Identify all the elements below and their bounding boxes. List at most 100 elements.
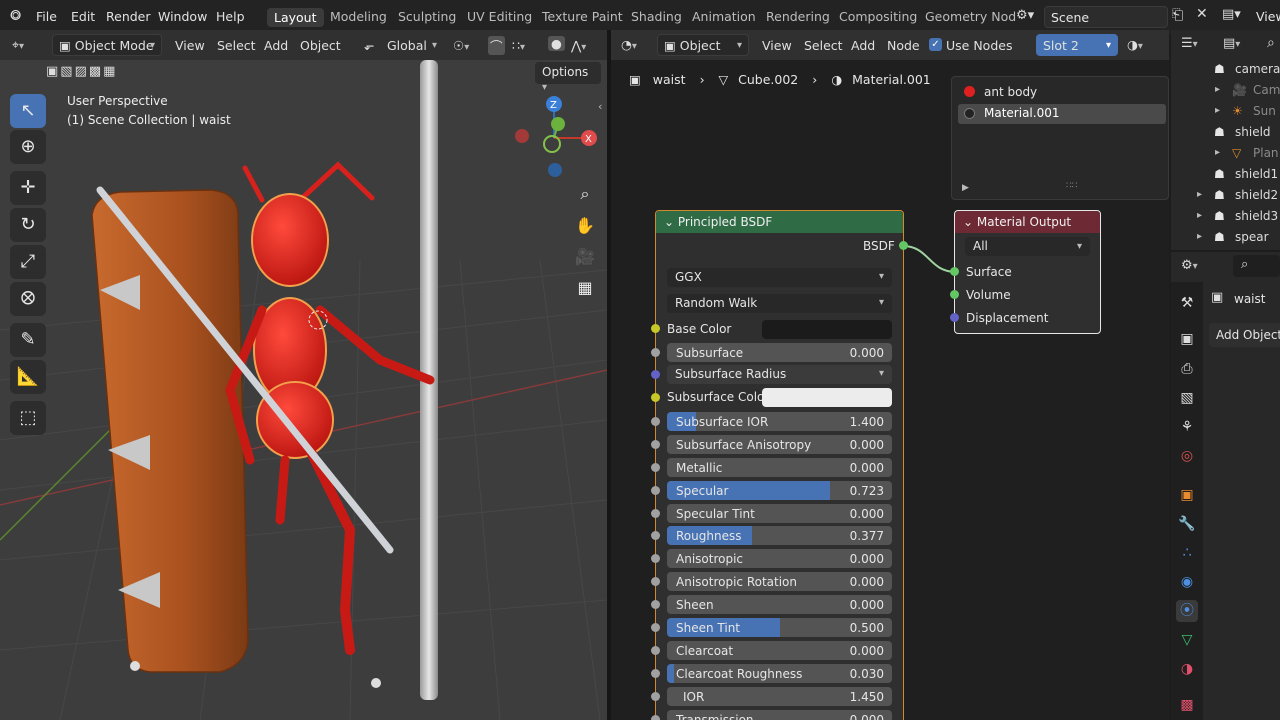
input-socket[interactable] bbox=[651, 348, 660, 357]
tab-texture-paint[interactable]: Texture Paint bbox=[542, 9, 623, 24]
material-output-header[interactable]: ⌄ Material Output bbox=[955, 211, 1100, 233]
camera-view-icon[interactable]: 🎥 bbox=[571, 243, 599, 271]
scene-icon[interactable]: ⚙▾ bbox=[1016, 8, 1034, 23]
input-socket[interactable] bbox=[651, 577, 660, 586]
input-socket[interactable] bbox=[651, 715, 660, 720]
scale-tool[interactable]: ⤢ bbox=[10, 245, 46, 279]
blender-logo-icon[interactable]: ⭗ bbox=[10, 8, 21, 24]
move-tool[interactable]: ✛ bbox=[10, 171, 46, 205]
slider-anisotropic[interactable]: Anisotropic 0.000 bbox=[667, 549, 892, 568]
cursor-tool[interactable]: ⊕ bbox=[10, 130, 46, 164]
outliner-item[interactable]: Plan bbox=[1253, 146, 1279, 160]
output-target-dropdown[interactable]: All ▾ bbox=[965, 237, 1090, 256]
scene-selector[interactable]: Scene bbox=[1044, 6, 1168, 28]
material-tab-icon[interactable]: ◑ bbox=[1176, 658, 1198, 680]
hand-pan-icon[interactable]: ✋ bbox=[571, 212, 599, 240]
scene-tab-icon[interactable]: ⚘ bbox=[1176, 416, 1198, 438]
expand-arrow-icon[interactable]: ▸ bbox=[1215, 147, 1220, 158]
input-socket[interactable] bbox=[651, 509, 660, 518]
viewport-menu-view[interactable]: View bbox=[175, 38, 205, 53]
zoom-icon[interactable]: ⌕ bbox=[571, 180, 599, 208]
pivot-icon[interactable]: ☉▾ bbox=[453, 38, 469, 53]
slider-sheen[interactable]: Sheen 0.000 bbox=[667, 595, 892, 614]
measure-tool[interactable]: 📐 bbox=[10, 360, 46, 394]
3d-viewport[interactable]: ▣▧▨▩▦ User Perspective (1) Scene Collect… bbox=[0, 60, 607, 720]
view-layer-tab-icon[interactable]: ▧ bbox=[1176, 387, 1198, 409]
slider-ior[interactable]: IOR 1.450 bbox=[667, 687, 892, 706]
view-layer-label[interactable]: View bbox=[1256, 9, 1280, 24]
outliner-item[interactable]: camera bbox=[1235, 62, 1280, 76]
search-icon[interactable]: ⌕ bbox=[1267, 35, 1275, 51]
view-layer-icon[interactable]: ▤▾ bbox=[1222, 7, 1241, 22]
displacement-input-socket[interactable] bbox=[950, 313, 959, 322]
viewport-menu-add[interactable]: Add bbox=[264, 38, 288, 53]
transform-orientation-label[interactable]: Global bbox=[387, 38, 427, 53]
subsurface-radius-socket[interactable] bbox=[651, 370, 660, 379]
texture-tab-icon[interactable]: ▩ bbox=[1176, 694, 1198, 716]
snap-target-icon[interactable]: ∷▾ bbox=[512, 38, 525, 53]
node-menu-node[interactable]: Node bbox=[887, 38, 920, 53]
material-browse-icon[interactable]: ◑▾ bbox=[1127, 37, 1143, 52]
options-dropdown[interactable]: Options ▾ bbox=[535, 62, 601, 93]
bone-handle[interactable] bbox=[371, 678, 381, 688]
grid-perspective-icon[interactable]: ▦ bbox=[571, 274, 599, 302]
slider-subsurface-anisotropy[interactable]: Subsurface Anisotropy 0.000 bbox=[667, 435, 892, 454]
slider-sheen-tint[interactable]: Sheen Tint 0.500 bbox=[667, 618, 892, 637]
input-socket[interactable] bbox=[651, 440, 660, 449]
subsurface-color-socket[interactable] bbox=[651, 393, 660, 402]
distribution-dropdown[interactable]: GGX ▾ bbox=[667, 268, 892, 287]
input-socket[interactable] bbox=[651, 600, 660, 609]
tab-sculpting[interactable]: Sculpting bbox=[398, 9, 456, 24]
transform-orientation-icon[interactable]: ⬐ bbox=[364, 38, 374, 53]
expand-arrow-icon[interactable]: ▸ bbox=[1215, 84, 1220, 95]
data-tab-icon[interactable]: ▽ bbox=[1176, 629, 1198, 651]
transform-tool[interactable]: ⭙ bbox=[10, 282, 46, 316]
tab-animation[interactable]: Animation bbox=[692, 9, 756, 24]
slider-anisotropic-rotation[interactable]: Anisotropic Rotation 0.000 bbox=[667, 572, 892, 591]
base-color-swatch[interactable] bbox=[762, 320, 892, 339]
chevron-down-icon[interactable]: ▾ bbox=[432, 40, 437, 51]
expand-arrow-icon[interactable]: ▸ bbox=[1197, 231, 1202, 242]
editor-type-icon[interactable]: ⌖▾ bbox=[12, 37, 24, 53]
input-socket[interactable] bbox=[651, 669, 660, 678]
annotate-tool[interactable]: ✎ bbox=[10, 323, 46, 357]
volume-input-socket[interactable] bbox=[950, 290, 959, 299]
bsdf-output-socket[interactable] bbox=[899, 241, 908, 250]
subsurface-radius-dropdown[interactable]: Subsurface Radius ▾ bbox=[667, 365, 892, 384]
slider-transmission[interactable]: Transmission 0.000 bbox=[667, 710, 892, 720]
outliner-editor-icon[interactable]: ☰▾ bbox=[1181, 36, 1198, 51]
slider-subsurface[interactable]: Subsurface 0.000 bbox=[667, 343, 892, 362]
bone-handle[interactable] bbox=[130, 661, 140, 671]
slider-metallic[interactable]: Metallic 0.000 bbox=[667, 458, 892, 477]
principled-bsdf-header[interactable]: ⌄ Principled BSDF bbox=[656, 211, 903, 233]
outliner-item[interactable]: shield3 bbox=[1235, 209, 1278, 223]
input-socket[interactable] bbox=[651, 554, 660, 563]
select-mode-icons[interactable]: ▣▧▨▩▦ bbox=[46, 64, 117, 79]
slider-clearcoat-roughness[interactable]: Clearcoat Roughness 0.030 bbox=[667, 664, 892, 683]
viewport-menu-select[interactable]: Select bbox=[217, 38, 256, 53]
tab-uv-editing[interactable]: UV Editing bbox=[467, 9, 532, 24]
outliner-item[interactable]: Cam bbox=[1253, 83, 1280, 97]
subsurface-color-swatch[interactable] bbox=[762, 388, 892, 407]
surface-input-socket[interactable] bbox=[950, 267, 959, 276]
constraints-tab-icon[interactable]: ⦿ bbox=[1176, 600, 1198, 622]
use-nodes-label[interactable]: Use Nodes bbox=[946, 38, 1012, 53]
slider-specular-tint[interactable]: Specular Tint 0.000 bbox=[667, 504, 892, 523]
input-socket[interactable] bbox=[651, 623, 660, 632]
world-tab-icon[interactable]: ◎ bbox=[1176, 445, 1198, 467]
outliner-item[interactable]: spear bbox=[1235, 230, 1269, 244]
new-scene-icon[interactable]: ⎗ bbox=[1172, 7, 1183, 23]
menu-render[interactable]: Render bbox=[106, 9, 151, 24]
snap-icon[interactable]: ⌒ bbox=[488, 36, 505, 55]
outliner-item[interactable]: Sun bbox=[1253, 104, 1276, 118]
shield[interactable] bbox=[91, 189, 249, 673]
node-menu-select[interactable]: Select bbox=[804, 38, 843, 53]
outliner-item[interactable]: shield bbox=[1235, 125, 1271, 139]
menu-window[interactable]: Window bbox=[158, 9, 207, 24]
tool-tab-icon[interactable]: ⚒ bbox=[1176, 292, 1198, 314]
input-socket[interactable] bbox=[651, 531, 660, 540]
outliner-item[interactable]: shield1 bbox=[1235, 167, 1278, 181]
slot-dropdown[interactable]: Slot 2 ▾ bbox=[1036, 34, 1118, 56]
slider-specular[interactable]: Specular 0.723 bbox=[667, 481, 892, 500]
modifier-tab-icon[interactable]: 🔧 bbox=[1176, 513, 1198, 535]
